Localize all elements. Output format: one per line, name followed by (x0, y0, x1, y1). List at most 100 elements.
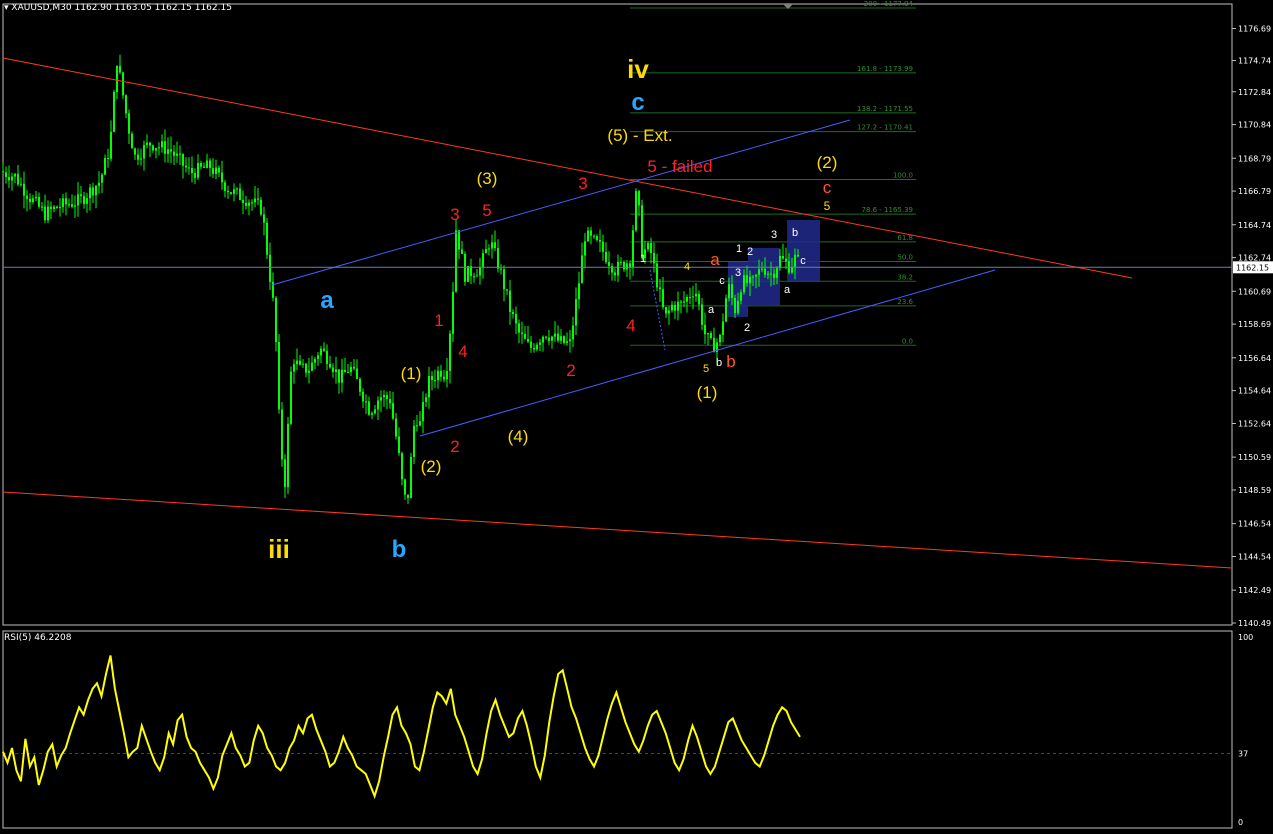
candle-body (413, 425, 415, 457)
fib-level-label: 78.6 - 1165.39 (861, 206, 913, 214)
wave-label: 1 (736, 243, 742, 255)
candle-body (305, 363, 307, 373)
wave-label: (1) (697, 383, 718, 402)
symbol-label: XAUUSD,M30 (11, 3, 72, 13)
candle-body (299, 360, 301, 365)
candle-body (335, 369, 337, 373)
candle-body (428, 375, 430, 398)
candle-body (149, 142, 151, 146)
candle-body (638, 191, 640, 206)
candle-body (572, 325, 574, 340)
wave-label: a (784, 284, 791, 296)
candle-body (278, 342, 280, 410)
candle-body (20, 183, 22, 185)
candle-body (698, 293, 700, 305)
candle-body (95, 185, 97, 196)
candle-body (458, 230, 460, 250)
candle-body (725, 298, 727, 322)
candle-body (482, 253, 484, 268)
candle-body (173, 151, 175, 156)
candle-body (344, 369, 346, 373)
wave-label: 1 (640, 253, 646, 265)
candle-body (494, 242, 496, 249)
wave-label: 3 (578, 174, 587, 193)
candle-body (680, 301, 682, 303)
candle-body (416, 425, 418, 427)
candle-body (497, 248, 499, 269)
candle-body (29, 198, 31, 203)
candle-body (242, 199, 244, 203)
candle-body (50, 206, 52, 210)
chart-canvas[interactable]: 1176.69 1174.74 1172.84 1170.84 1168.79 1166.… (0, 0, 1273, 834)
menu-triangle-icon[interactable]: ▾ (4, 3, 9, 13)
fib-level-label: 100.0 (893, 171, 913, 179)
wave-label: b (716, 357, 722, 369)
candle-body (419, 421, 421, 426)
candle-body (197, 162, 199, 178)
candle-body (503, 269, 505, 290)
candle-body (122, 72, 124, 96)
candle-body (14, 173, 16, 177)
candle-body (608, 261, 610, 266)
candle-body (176, 153, 178, 156)
candle-body (17, 173, 19, 185)
wave-label: c (800, 255, 806, 267)
candle-body (218, 167, 220, 173)
candle-body (557, 333, 559, 341)
wave-label: a (708, 304, 715, 316)
candle-body (146, 142, 148, 146)
candle-body (341, 369, 343, 383)
candle-body (326, 350, 328, 365)
candle-body (293, 364, 295, 372)
candle-body (89, 187, 91, 199)
candle-body (41, 206, 43, 208)
candle-body (191, 168, 193, 174)
current-price-label: 1162.15 (1236, 263, 1269, 272)
candle-body (506, 289, 508, 291)
candle-body (65, 198, 67, 205)
candle-body (110, 131, 112, 159)
fib-level-label: 161.8 - 1173.99 (857, 65, 913, 73)
wave-label: 4 (458, 342, 467, 361)
price-tick-label: 1176.69 (1238, 25, 1271, 34)
candle-body (440, 370, 442, 377)
candle-body (68, 204, 70, 206)
candle-body (182, 154, 184, 166)
candle-body (500, 268, 502, 270)
candle-body (371, 413, 373, 415)
candle-body (362, 391, 364, 402)
price-tick-label: 1154.64 (1238, 387, 1271, 396)
candle-body (686, 296, 688, 302)
candle-body (794, 254, 796, 267)
candle-body (701, 304, 703, 325)
candle-body (590, 230, 592, 236)
candle-body (659, 287, 661, 290)
candle-body (449, 333, 451, 371)
candle-body (359, 378, 361, 392)
wave-label: 5 (703, 363, 709, 375)
candle-body (281, 409, 283, 460)
candle-body (632, 230, 634, 268)
candle-body (137, 154, 139, 160)
candle-body (47, 206, 49, 221)
candle-body (575, 299, 577, 326)
candle-body (221, 172, 223, 183)
candle-body (674, 304, 676, 311)
candle-body (758, 269, 760, 275)
candle-body (734, 297, 736, 314)
candle-body (395, 418, 397, 437)
candle-body (563, 336, 565, 343)
candle-body (707, 333, 709, 335)
candle-body (224, 182, 226, 191)
candle-body (380, 397, 382, 401)
candle-body (200, 162, 202, 167)
candle-body (521, 332, 523, 334)
candle-body (692, 296, 694, 298)
candle-body (296, 360, 298, 365)
candle-body (74, 205, 76, 207)
candle-body (488, 248, 490, 250)
candle-body (668, 310, 670, 314)
candle-body (581, 255, 583, 284)
candle-body (740, 292, 742, 301)
candle-body (275, 297, 277, 343)
